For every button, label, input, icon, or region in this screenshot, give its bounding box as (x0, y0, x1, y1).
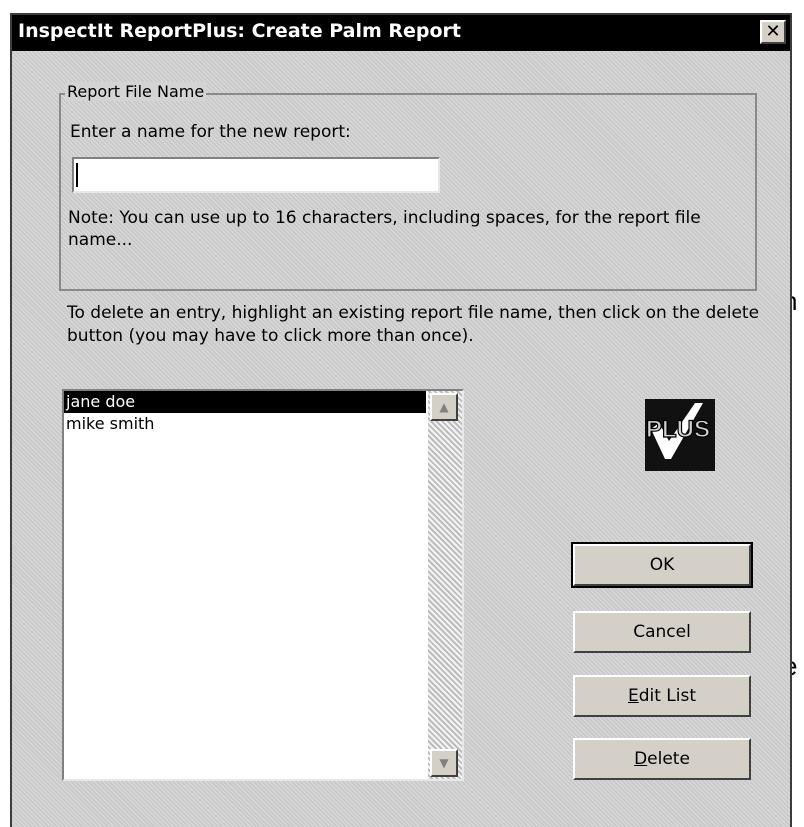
edit-list-label: dit List (638, 686, 697, 706)
delete-mnemonic: D (634, 749, 648, 769)
report-file-list[interactable]: jane doe mike smith ▲ ▼ (62, 389, 464, 781)
create-palm-report-dialog: InspectIt ReportPlus: Create Palm Report… (10, 13, 792, 827)
close-icon: ✕ (765, 21, 781, 42)
logo-text: PLUS (646, 416, 710, 443)
text-cursor (76, 163, 78, 187)
group-legend: Report File Name (65, 82, 207, 101)
title-bar[interactable]: InspectIt ReportPlus: Create Palm Report… (12, 15, 790, 51)
window-title: InspectIt ReportPlus: Create Palm Report (18, 20, 462, 42)
edit-list-mnemonic: E (627, 686, 639, 706)
scroll-up-icon: ▲ (439, 400, 449, 414)
cancel-button[interactable]: Cancel (573, 611, 751, 653)
report-name-prompt: Enter a name for the new report: (70, 122, 351, 142)
ok-button[interactable]: OK (571, 542, 753, 588)
scroll-down-button[interactable]: ▼ (430, 749, 458, 777)
scroll-down-icon: ▼ (439, 756, 449, 770)
list-item[interactable]: mike smith (64, 413, 426, 435)
vertical-scrollbar[interactable]: ▲ ▼ (428, 391, 462, 779)
scroll-up-button[interactable]: ▲ (430, 393, 458, 421)
close-button[interactable]: ✕ (760, 20, 786, 44)
delete-label: elete (647, 749, 690, 769)
report-name-note: Note: You can use up to 16 characters, i… (68, 208, 701, 250)
delete-button[interactable]: Delete (573, 738, 751, 780)
list-item[interactable]: jane doe (64, 391, 426, 413)
report-name-input[interactable] (72, 157, 440, 193)
plus-logo-icon: PLUS (645, 399, 715, 471)
edit-list-button[interactable]: Edit List (573, 675, 751, 717)
delete-instructions: To delete an entry, highlight an existin… (67, 303, 760, 346)
